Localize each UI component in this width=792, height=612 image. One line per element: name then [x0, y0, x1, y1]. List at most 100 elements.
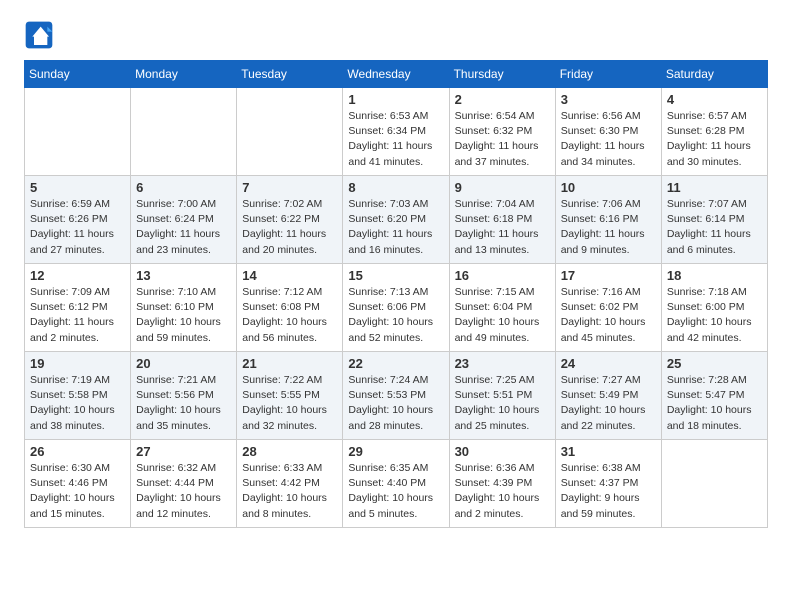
day-info: Sunrise: 7:28 AMSunset: 5:47 PMDaylight:…: [667, 373, 762, 434]
calendar-cell: [661, 440, 767, 528]
weekday-header-tuesday: Tuesday: [237, 61, 343, 88]
day-number: 19: [30, 356, 125, 371]
day-info: Sunrise: 7:16 AMSunset: 6:02 PMDaylight:…: [561, 285, 656, 346]
day-number: 10: [561, 180, 656, 195]
calendar-cell: 15 Sunrise: 7:13 AMSunset: 6:06 PMDayligh…: [343, 264, 449, 352]
calendar-cell: [131, 88, 237, 176]
day-info: Sunrise: 6:38 AMSunset: 4:37 PMDaylight:…: [561, 461, 656, 522]
weekday-header-wednesday: Wednesday: [343, 61, 449, 88]
day-number: 13: [136, 268, 231, 283]
calendar-cell: [237, 88, 343, 176]
calendar-cell: [25, 88, 131, 176]
day-number: 26: [30, 444, 125, 459]
day-info: Sunrise: 7:25 AMSunset: 5:51 PMDaylight:…: [455, 373, 550, 434]
calendar-cell: 20Sunrise: 7:21 AMSunset: 5:56 PMDayligh…: [131, 352, 237, 440]
calendar-cell: 12 Sunrise: 7:09 AMSunset: 6:12 PMDayligh…: [25, 264, 131, 352]
day-number: 16: [455, 268, 550, 283]
week-row-4: 19 Sunrise: 7:19 AMSunset: 5:58 PMDayligh…: [25, 352, 768, 440]
day-number: 2: [455, 92, 550, 107]
day-info: Sunrise: 7:21 AMSunset: 5:56 PMDaylight:…: [136, 373, 231, 434]
calendar-cell: 14Sunrise: 7:12 AMSunset: 6:08 PMDayligh…: [237, 264, 343, 352]
day-info: Sunrise: 7:24 AMSunset: 5:53 PMDaylight:…: [348, 373, 443, 434]
calendar-cell: 8 Sunrise: 7:03 AMSunset: 6:20 PMDaylight…: [343, 176, 449, 264]
day-info: Sunrise: 6:54 AMSunset: 6:32 PMDaylight:…: [455, 109, 550, 170]
page: SundayMondayTuesdayWednesdayThursdayFrid…: [0, 0, 792, 544]
calendar-cell: 31 Sunrise: 6:38 AMSunset: 4:37 PMDayligh…: [555, 440, 661, 528]
day-number: 28: [242, 444, 337, 459]
day-info: Sunrise: 7:04 AMSunset: 6:18 PMDaylight:…: [455, 197, 550, 258]
header: [24, 20, 768, 50]
day-number: 18: [667, 268, 762, 283]
day-number: 23: [455, 356, 550, 371]
day-info: Sunrise: 7:13 AMSunset: 6:06 PMDaylight:…: [348, 285, 443, 346]
day-info: Sunrise: 6:32 AMSunset: 4:44 PMDaylight:…: [136, 461, 231, 522]
calendar-cell: 27 Sunrise: 6:32 AMSunset: 4:44 PMDayligh…: [131, 440, 237, 528]
calendar-cell: 5Sunrise: 6:59 AMSunset: 6:26 PMDaylight…: [25, 176, 131, 264]
weekday-header-thursday: Thursday: [449, 61, 555, 88]
day-number: 29: [348, 444, 443, 459]
calendar-cell: 10 Sunrise: 7:06 AMSunset: 6:16 PMDayligh…: [555, 176, 661, 264]
day-number: 4: [667, 92, 762, 107]
day-number: 6: [136, 180, 231, 195]
day-number: 31: [561, 444, 656, 459]
day-number: 17: [561, 268, 656, 283]
day-info: Sunrise: 7:02 AMSunset: 6:22 PMDaylight:…: [242, 197, 337, 258]
calendar-cell: 22 Sunrise: 7:24 AMSunset: 5:53 PMDayligh…: [343, 352, 449, 440]
calendar-cell: 9 Sunrise: 7:04 AMSunset: 6:18 PMDaylight…: [449, 176, 555, 264]
day-number: 25: [667, 356, 762, 371]
week-row-3: 12 Sunrise: 7:09 AMSunset: 6:12 PMDayligh…: [25, 264, 768, 352]
day-number: 27: [136, 444, 231, 459]
calendar-cell: 7Sunrise: 7:02 AMSunset: 6:22 PMDaylight…: [237, 176, 343, 264]
day-info: Sunrise: 7:19 AMSunset: 5:58 PMDaylight:…: [30, 373, 125, 434]
calendar-cell: 17 Sunrise: 7:16 AMSunset: 6:02 PMDayligh…: [555, 264, 661, 352]
calendar-cell: 25 Sunrise: 7:28 AMSunset: 5:47 PMDayligh…: [661, 352, 767, 440]
day-info: Sunrise: 7:06 AMSunset: 6:16 PMDaylight:…: [561, 197, 656, 258]
calendar-cell: 1Sunrise: 6:53 AMSunset: 6:34 PMDaylight…: [343, 88, 449, 176]
calendar-cell: 18 Sunrise: 7:18 AMSunset: 6:00 PMDayligh…: [661, 264, 767, 352]
calendar-cell: 28 Sunrise: 6:33 AMSunset: 4:42 PMDayligh…: [237, 440, 343, 528]
day-info: Sunrise: 7:22 AMSunset: 5:55 PMDaylight:…: [242, 373, 337, 434]
day-info: Sunrise: 6:36 AMSunset: 4:39 PMDaylight:…: [455, 461, 550, 522]
week-row-5: 26 Sunrise: 6:30 AMSunset: 4:46 PMDayligh…: [25, 440, 768, 528]
weekday-header-monday: Monday: [131, 61, 237, 88]
day-info: Sunrise: 6:33 AMSunset: 4:42 PMDaylight:…: [242, 461, 337, 522]
day-number: 3: [561, 92, 656, 107]
day-number: 24: [561, 356, 656, 371]
day-info: Sunrise: 7:27 AMSunset: 5:49 PMDaylight:…: [561, 373, 656, 434]
day-info: Sunrise: 7:03 AMSunset: 6:20 PMDaylight:…: [348, 197, 443, 258]
day-info: Sunrise: 7:10 AMSunset: 6:10 PMDaylight:…: [136, 285, 231, 346]
day-number: 12: [30, 268, 125, 283]
day-info: Sunrise: 6:35 AMSunset: 4:40 PMDaylight:…: [348, 461, 443, 522]
calendar-cell: 24 Sunrise: 7:27 AMSunset: 5:49 PMDayligh…: [555, 352, 661, 440]
day-info: Sunrise: 7:18 AMSunset: 6:00 PMDaylight:…: [667, 285, 762, 346]
day-number: 5: [30, 180, 125, 195]
logo: [24, 20, 58, 50]
calendar-cell: 19 Sunrise: 7:19 AMSunset: 5:58 PMDayligh…: [25, 352, 131, 440]
calendar-cell: 23 Sunrise: 7:25 AMSunset: 5:51 PMDayligh…: [449, 352, 555, 440]
day-number: 21: [242, 356, 337, 371]
day-info: Sunrise: 6:57 AMSunset: 6:28 PMDaylight:…: [667, 109, 762, 170]
calendar-cell: 21 Sunrise: 7:22 AMSunset: 5:55 PMDayligh…: [237, 352, 343, 440]
day-number: 8: [348, 180, 443, 195]
logo-icon: [24, 20, 54, 50]
day-number: 22: [348, 356, 443, 371]
day-number: 11: [667, 180, 762, 195]
day-number: 15: [348, 268, 443, 283]
calendar-cell: 3 Sunrise: 6:56 AMSunset: 6:30 PMDaylight…: [555, 88, 661, 176]
calendar-table: SundayMondayTuesdayWednesdayThursdayFrid…: [24, 60, 768, 528]
day-number: 9: [455, 180, 550, 195]
weekday-header-friday: Friday: [555, 61, 661, 88]
calendar-cell: 2 Sunrise: 6:54 AMSunset: 6:32 PMDaylight…: [449, 88, 555, 176]
calendar-cell: 11 Sunrise: 7:07 AMSunset: 6:14 PMDayligh…: [661, 176, 767, 264]
day-info: Sunrise: 7:09 AMSunset: 6:12 PMDaylight:…: [30, 285, 125, 346]
calendar-cell: 16Sunrise: 7:15 AMSunset: 6:04 PMDayligh…: [449, 264, 555, 352]
day-info: Sunrise: 6:30 AMSunset: 4:46 PMDaylight:…: [30, 461, 125, 522]
calendar-cell: 30Sunrise: 6:36 AMSunset: 4:39 PMDayligh…: [449, 440, 555, 528]
weekday-header-saturday: Saturday: [661, 61, 767, 88]
day-info: Sunrise: 6:53 AMSunset: 6:34 PMDaylight:…: [348, 109, 443, 170]
day-info: Sunrise: 6:56 AMSunset: 6:30 PMDaylight:…: [561, 109, 656, 170]
calendar-cell: 26 Sunrise: 6:30 AMSunset: 4:46 PMDayligh…: [25, 440, 131, 528]
calendar-cell: 13 Sunrise: 7:10 AMSunset: 6:10 PMDayligh…: [131, 264, 237, 352]
day-info: Sunrise: 7:12 AMSunset: 6:08 PMDaylight:…: [242, 285, 337, 346]
day-info: Sunrise: 7:07 AMSunset: 6:14 PMDaylight:…: [667, 197, 762, 258]
